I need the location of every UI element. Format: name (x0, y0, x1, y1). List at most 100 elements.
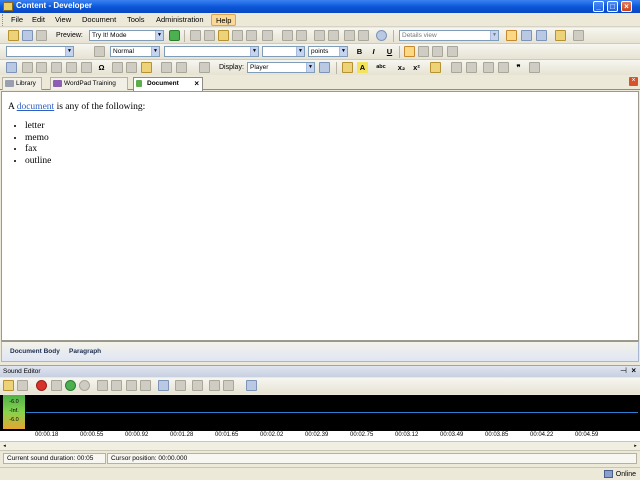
volume-icon[interactable] (246, 380, 257, 391)
save-icon[interactable] (22, 30, 33, 41)
waveform-display[interactable]: -6.0 -Inf. -6.0 (0, 395, 640, 431)
table-icon[interactable] (6, 62, 17, 73)
stop-icon[interactable] (79, 380, 90, 391)
grid-icon[interactable] (66, 62, 77, 73)
menu-file[interactable]: File (7, 14, 27, 26)
remove-icon[interactable] (328, 30, 339, 41)
line-spacing-icon[interactable] (529, 62, 540, 73)
delete-sound-icon[interactable] (140, 380, 151, 391)
export-sound-icon[interactable] (17, 380, 28, 391)
undo-icon[interactable] (282, 30, 293, 41)
superscript-button[interactable]: x² (411, 62, 422, 73)
numbered-list-icon[interactable] (466, 62, 477, 73)
scroll-right-icon[interactable]: ▸ (632, 443, 639, 450)
highlight-icon[interactable] (342, 62, 353, 73)
replace-icon[interactable] (176, 62, 187, 73)
scroll-left-icon[interactable]: ◂ (1, 443, 8, 450)
copy-sound-icon[interactable] (111, 380, 122, 391)
find-icon[interactable] (262, 30, 273, 41)
menu-document[interactable]: Document (78, 14, 120, 26)
close-panel-icon[interactable]: × (631, 366, 636, 375)
minimize-button[interactable]: _ (593, 1, 604, 12)
unit-select[interactable]: points ▼ (308, 46, 348, 57)
print-icon[interactable] (36, 30, 47, 41)
align-left-icon[interactable] (404, 46, 415, 57)
cut-icon[interactable] (190, 30, 201, 41)
display-settings-icon[interactable] (319, 62, 330, 73)
settings-icon[interactable] (51, 380, 62, 391)
chart-icon[interactable] (126, 62, 137, 73)
display-select[interactable]: Player ▼ (247, 62, 315, 73)
tab-wordpad-training[interactable]: WordPad Training (50, 77, 128, 90)
tools-icon[interactable] (344, 30, 355, 41)
layout-single-icon[interactable] (506, 30, 517, 41)
align-justify-icon[interactable] (447, 46, 458, 57)
subscript-button[interactable]: x₂ (396, 62, 407, 73)
anchor-icon[interactable] (36, 62, 47, 73)
document-content[interactable]: A document is any of the following: lett… (8, 102, 145, 167)
time-ruler[interactable]: 00:00.18 00:00.55 00:00.92 00:01.28 00:0… (0, 431, 640, 442)
view-mode-select[interactable]: Details view ▼ (399, 30, 499, 41)
layout-split-horizontal-icon[interactable] (521, 30, 532, 41)
strikethrough-button[interactable]: abc (374, 62, 388, 73)
maximize-button[interactable]: □ (607, 1, 618, 12)
align-center-icon[interactable] (418, 46, 429, 57)
silence-icon[interactable] (175, 380, 186, 391)
font-select[interactable]: ▼ (164, 46, 259, 57)
tab-library[interactable]: Library (2, 77, 42, 90)
close-button[interactable]: × (621, 1, 632, 12)
eraser-icon[interactable] (430, 62, 441, 73)
delete-icon[interactable] (232, 30, 243, 41)
document-link[interactable]: document (17, 102, 54, 112)
find-text-icon[interactable] (161, 62, 172, 73)
zoom-icon[interactable] (209, 380, 220, 391)
list-icon[interactable] (81, 62, 92, 73)
play-icon[interactable] (65, 380, 76, 391)
symbol-icon[interactable]: Ω (96, 62, 107, 73)
record-icon[interactable] (36, 380, 47, 391)
breadcrumb-document-body[interactable]: Document Body (10, 348, 60, 355)
media-icon[interactable] (112, 62, 123, 73)
breadcrumb-paragraph[interactable]: Paragraph (69, 348, 101, 355)
font-size-select[interactable]: ▼ (262, 46, 305, 57)
blockquote-button[interactable]: ❞ (513, 62, 524, 73)
format-painter-icon[interactable] (94, 46, 105, 57)
underline-button[interactable]: U (384, 46, 395, 57)
link-icon[interactable] (22, 62, 33, 73)
paragraph-select[interactable]: ▼ (6, 46, 74, 57)
properties-icon[interactable] (199, 62, 210, 73)
run-preview-icon[interactable] (169, 30, 180, 41)
redo-icon[interactable] (296, 30, 307, 41)
title-bar[interactable]: Content - Developer _ □ × (0, 0, 640, 13)
preview-mode-select[interactable]: Try It! Mode ▼ (89, 30, 164, 41)
close-document-icon[interactable]: × (629, 77, 638, 86)
tab-document[interactable]: Document × (133, 77, 203, 91)
menu-edit[interactable]: Edit (28, 14, 49, 26)
image-icon[interactable] (51, 62, 62, 73)
insert-icon[interactable] (314, 30, 325, 41)
bullet-list-icon[interactable] (451, 62, 462, 73)
paste-icon[interactable] (218, 30, 229, 41)
copy-icon[interactable] (204, 30, 215, 41)
document-editor[interactable]: A document is any of the following: lett… (1, 91, 639, 341)
select-all-icon[interactable] (158, 380, 169, 391)
menu-tools[interactable]: Tools (123, 14, 149, 26)
duplicate-icon[interactable] (246, 30, 257, 41)
open-icon[interactable] (8, 30, 19, 41)
align-right-icon[interactable] (432, 46, 443, 57)
paste-sound-icon[interactable] (126, 380, 137, 391)
italic-button[interactable]: I (368, 46, 379, 57)
outdent-icon[interactable] (483, 62, 494, 73)
trim-icon[interactable] (192, 380, 203, 391)
flash-icon[interactable] (141, 62, 152, 73)
close-tab-icon[interactable]: × (194, 78, 199, 89)
menu-view[interactable]: View (51, 14, 75, 26)
effects-icon[interactable] (223, 380, 234, 391)
menu-help[interactable]: Help (211, 14, 237, 26)
spell-check-icon[interactable] (358, 30, 369, 41)
style-select[interactable]: Normal ▼ (110, 46, 160, 57)
pin-icon[interactable]: ⊣ (620, 366, 627, 375)
import-sound-icon[interactable] (3, 380, 14, 391)
indent-icon[interactable] (498, 62, 509, 73)
help-icon[interactable] (376, 30, 387, 41)
